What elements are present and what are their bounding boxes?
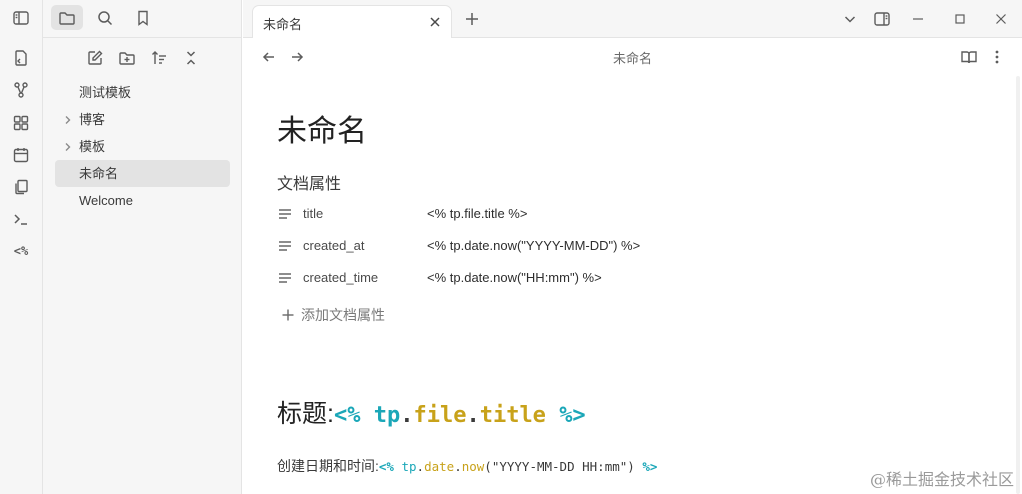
plus-icon (281, 308, 295, 322)
sidebar-divider (43, 37, 241, 38)
bookmarks-tab-bookmark-icon[interactable] (127, 5, 159, 30)
property-row[interactable]: created_at <% tp.date.now("YYYY-MM-DD") … (277, 231, 877, 263)
property-value[interactable]: <% tp.file.title %> (427, 206, 527, 221)
code-function: title (479, 403, 546, 428)
collapse-all-icon[interactable] (181, 48, 201, 68)
editor-content: 未命名 文档属性 title <% tp.file.title %> creat… (243, 76, 1022, 494)
ribbon: <% (0, 0, 43, 494)
graph-view-icon[interactable] (11, 80, 31, 100)
sort-order-icon[interactable] (149, 48, 169, 68)
minimize-icon[interactable] (907, 8, 929, 30)
tab-bar: 未命名 (243, 0, 1022, 39)
code-close-tag: %> (642, 459, 658, 474)
scrollbar[interactable] (1016, 76, 1020, 494)
view-header: 未命名 (243, 38, 1022, 76)
add-property-button[interactable]: 添加文档属性 (281, 305, 385, 325)
heading-line[interactable]: 标题 : <% tp.file.title %> (277, 394, 586, 430)
text-property-lines-icon[interactable] (277, 206, 293, 222)
file-item-label: Welcome (79, 193, 133, 208)
folder-item-blog[interactable]: 博客 (55, 106, 230, 133)
view-title[interactable]: 未命名 (243, 48, 1022, 67)
property-key[interactable]: created_at (303, 238, 364, 253)
new-note-edit-icon[interactable] (85, 48, 105, 68)
file-item-welcome[interactable]: Welcome (55, 187, 230, 214)
file-item-test-template[interactable]: 测试模板 (55, 79, 230, 106)
file-item-label: 未命名 (79, 166, 119, 181)
property-value[interactable]: <% tp.date.now("HH:mm") %> (427, 270, 602, 285)
file-item-label: 测试模板 (79, 85, 132, 100)
code-dot: . (466, 403, 480, 428)
tab-untitled[interactable]: 未命名 (252, 5, 452, 39)
chevron-right-icon[interactable] (63, 133, 73, 160)
code-object: tp (401, 459, 417, 474)
code-open-tag: <% (378, 459, 394, 474)
code-dot: . (416, 459, 425, 474)
left-sidebar: 测试模板 博客 模板 未命名 Welcome (43, 0, 242, 494)
chevron-right-icon[interactable] (63, 106, 73, 133)
code-object: tp (373, 403, 401, 428)
tab-label: 未命名 (263, 17, 303, 32)
folder-item-label: 博客 (79, 112, 106, 127)
add-property-label: 添加文档属性 (301, 307, 385, 323)
code-module: file (413, 403, 467, 428)
code-open-tag: <% (333, 403, 361, 428)
heading-label: 标题 (277, 400, 328, 428)
paragraph-template-code: <% tp.date.now("YYYY-MM-DD HH:mm") %> (379, 459, 658, 474)
close-window-icon[interactable] (990, 8, 1012, 30)
paragraph-label: 创建日期和时间 (277, 458, 375, 474)
property-row[interactable]: title <% tp.file.title %> (277, 199, 877, 231)
calendar-icon[interactable] (11, 145, 31, 165)
left-sidebar-toggle-icon[interactable] (11, 8, 31, 28)
code-dot: . (454, 459, 462, 474)
terminal-icon[interactable] (11, 209, 31, 229)
close-tab-icon[interactable] (425, 12, 445, 32)
file-nav-actions (85, 48, 201, 68)
heading-template-code: <% tp.file.title %> (334, 403, 586, 428)
code-function: now (461, 459, 485, 474)
right-sidebar-toggle-icon[interactable] (871, 8, 893, 30)
properties-heading[interactable]: 文档属性 (277, 170, 341, 194)
property-value[interactable]: <% tp.date.now("YYYY-MM-DD") %> (427, 238, 640, 253)
reading-view-book-icon[interactable] (959, 47, 979, 67)
paragraph-line[interactable]: 创建日期和时间 : <% tp.date.now("YYYY-MM-DD HH:… (277, 456, 657, 476)
file-tree: 测试模板 博客 模板 未命名 Welcome (55, 79, 230, 214)
code-dot: . (400, 403, 414, 428)
property-key[interactable]: title (303, 206, 323, 221)
heading-colon: : (327, 400, 334, 428)
search-tab-search-icon[interactable] (89, 5, 121, 30)
new-folder-icon[interactable] (117, 48, 137, 68)
document-title[interactable]: 未命名 (277, 106, 367, 150)
property-key[interactable]: created_time (303, 270, 378, 285)
text-property-lines-icon[interactable] (277, 238, 293, 254)
text-property-lines-icon[interactable] (277, 270, 293, 286)
app-window: <% 测试模板 博客 模板 未命名 Welcome 未命名 未命名 未命名 文档… (0, 0, 1022, 494)
templater-icon[interactable]: <% (11, 241, 31, 261)
sidebar-tabs (51, 5, 159, 31)
more-options-icon[interactable] (987, 47, 1007, 67)
files-tab-folder-icon[interactable] (51, 5, 83, 30)
code-args: ("YYYY-MM-DD HH:mm") (484, 459, 635, 474)
tab-list-chevron-down-icon[interactable] (839, 8, 861, 30)
new-tab-plus-icon[interactable] (462, 9, 482, 29)
folder-item-label: 模板 (79, 139, 106, 154)
canvas-icon[interactable] (11, 113, 31, 133)
watermark: @稀土掘金技术社区 (869, 470, 1014, 489)
open-quick-switcher-icon[interactable] (11, 48, 31, 68)
file-item-untitled[interactable]: 未命名 (55, 160, 230, 187)
code-close-tag: %> (559, 403, 586, 428)
templates-icon[interactable] (11, 177, 31, 197)
folder-item-templates[interactable]: 模板 (55, 133, 230, 160)
maximize-icon[interactable] (949, 8, 971, 30)
code-module: date (424, 459, 455, 474)
property-row[interactable]: created_time <% tp.date.now("HH:mm") %> (277, 263, 877, 295)
